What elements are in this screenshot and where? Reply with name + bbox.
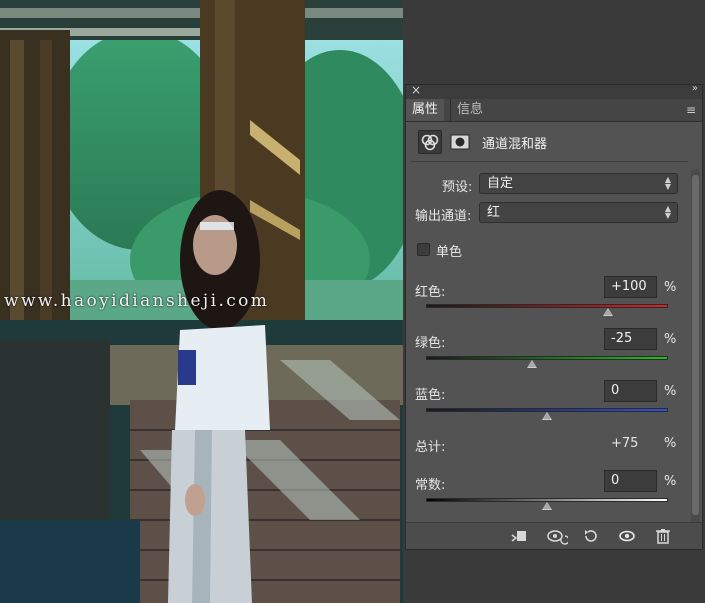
delete-icon[interactable] xyxy=(654,527,672,545)
watermark-text: www.haoyidiansheji.com xyxy=(4,291,270,311)
output-channel-select[interactable]: 红 ▲ ▼ xyxy=(479,202,678,223)
red-channel-input[interactable]: +100 xyxy=(604,276,657,298)
total-unit: % xyxy=(664,436,677,451)
channel-mixer-icon[interactable] xyxy=(418,130,442,154)
preset-select[interactable]: 自定 ▲ ▼ xyxy=(479,173,678,194)
clip-to-layer-icon[interactable] xyxy=(510,527,528,545)
constant-label: 常数: xyxy=(415,478,446,493)
preset-label: 预设: xyxy=(442,180,473,195)
header-divider xyxy=(410,161,688,162)
red-channel-label: 红色: xyxy=(415,285,446,300)
green-channel-input[interactable]: -25 xyxy=(604,328,657,350)
scrollbar-thumb[interactable] xyxy=(692,175,699,515)
adjustment-title: 通道混和器 xyxy=(482,137,548,152)
constant-input[interactable]: 0 xyxy=(604,470,657,492)
monochrome-checkbox[interactable] xyxy=(417,243,430,256)
blue-channel-slider-thumb[interactable] xyxy=(542,412,552,420)
green-channel-label: 绿色: xyxy=(415,336,446,351)
total-value: +75 xyxy=(611,436,639,451)
green-channel-slider[interactable] xyxy=(426,356,668,360)
output-channel-value: 红 xyxy=(487,205,501,220)
red-channel-slider[interactable] xyxy=(426,304,668,308)
view-previous-state-icon[interactable] xyxy=(546,527,570,545)
photo-canvas: www.haoyidiansheji.com xyxy=(0,0,403,603)
constant-slider-thumb[interactable] xyxy=(542,502,552,510)
select-arrows-icon: ▲ ▼ xyxy=(664,204,671,220)
red-channel-slider-thumb[interactable] xyxy=(602,308,613,316)
properties-panel: × » 属性 信息 ≡ 通道混和器 预设: 自定 ▲ ▼ 输出通道: 红 ▲ ▼… xyxy=(405,83,703,550)
output-channel-label: 输出通道: xyxy=(415,209,472,224)
blue-channel-input[interactable]: 0 xyxy=(604,380,657,402)
constant-unit: % xyxy=(664,474,677,489)
green-channel-unit: % xyxy=(664,332,677,347)
reset-icon[interactable] xyxy=(582,527,600,545)
collapse-icon[interactable]: » xyxy=(692,83,698,94)
select-arrows-icon: ▲ ▼ xyxy=(664,175,671,191)
panel-scrollbar[interactable] xyxy=(691,169,700,525)
preset-value: 自定 xyxy=(487,176,514,191)
close-icon[interactable]: × xyxy=(411,83,421,97)
blue-channel-unit: % xyxy=(664,384,677,399)
monochrome-label: 单色 xyxy=(436,245,463,260)
panel-menu-icon[interactable]: ≡ xyxy=(686,103,696,117)
tab-properties[interactable]: 属性 xyxy=(406,99,445,121)
red-channel-unit: % xyxy=(664,280,677,295)
tab-info[interactable]: 信息 xyxy=(450,99,489,121)
mask-icon[interactable] xyxy=(448,130,472,154)
panel-tabs: 属性 信息 ≡ xyxy=(406,99,702,122)
panel-bottom-toolbar xyxy=(406,522,702,549)
total-label: 总计: xyxy=(415,440,446,455)
toggle-visibility-icon[interactable] xyxy=(618,527,636,545)
green-channel-slider-thumb[interactable] xyxy=(526,360,537,368)
blue-channel-label: 蓝色: xyxy=(415,388,446,403)
adjustment-header: 通道混和器 xyxy=(406,122,702,160)
panel-titlebar[interactable]: × » xyxy=(406,83,702,99)
